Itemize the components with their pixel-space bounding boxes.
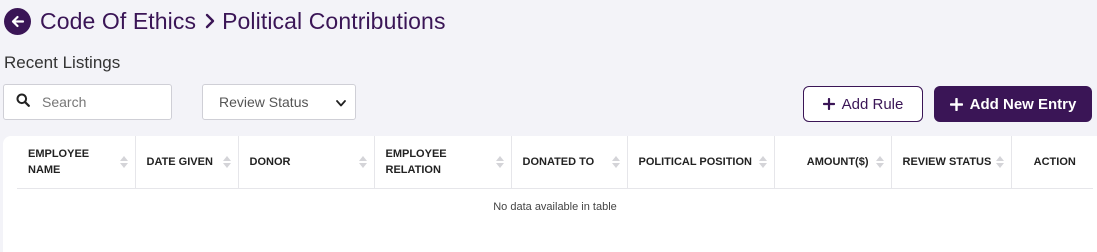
- column-header-amount[interactable]: AMOUNT($): [774, 136, 892, 189]
- sort-arrows-icon[interactable]: [758, 155, 767, 168]
- page: Code Of Ethics Political Contributions R…: [0, 0, 1097, 252]
- search-box[interactable]: [3, 84, 172, 120]
- column-header-action: ACTION: [1011, 136, 1093, 189]
- column-label: EMPLOYEE: [28, 147, 90, 160]
- chevron-down-icon: [336, 94, 346, 110]
- add-new-entry-label: Add New Entry: [969, 95, 1077, 113]
- column-label: DONOR: [249, 155, 291, 168]
- column-label: DONATED TO: [522, 155, 595, 168]
- plus-icon: [822, 98, 835, 110]
- column-label: ACTION: [1033, 155, 1076, 168]
- column-header-employee-name[interactable]: EMPLOYEE NAME: [17, 136, 136, 189]
- column-label: DATE GIVEN: [146, 155, 213, 168]
- review-status-select[interactable]: Review Status: [202, 84, 356, 120]
- back-arrow-icon[interactable]: [4, 7, 31, 35]
- page-title: Political Contributions: [222, 7, 446, 34]
- column-label: RELATION: [385, 163, 441, 176]
- table-row: No data available in table: [17, 188, 1093, 226]
- column-header-donated-to[interactable]: DONATED TO: [511, 136, 628, 189]
- add-rule-label: Add Rule: [841, 95, 904, 113]
- column-label: NAME: [28, 163, 61, 176]
- breadcrumb-parent[interactable]: Code Of Ethics: [40, 8, 196, 35]
- table-card: EMPLOYEE NAME DATE GIVEN DONOR EMPLOYEE: [3, 136, 1097, 252]
- sort-arrows-icon[interactable]: [119, 155, 128, 168]
- search-icon: [16, 93, 30, 112]
- empty-table-message: No data available in table: [493, 201, 617, 214]
- column-label: REVIEW STATUS: [902, 155, 992, 168]
- plus-icon: [949, 97, 963, 111]
- column-header-donor[interactable]: DONOR: [238, 136, 375, 189]
- column-label: EMPLOYEE: [385, 147, 447, 160]
- add-new-entry-button[interactable]: Add New Entry: [934, 86, 1092, 122]
- breadcrumb: Code Of Ethics Political Contributions: [4, 6, 446, 36]
- sort-arrows-icon[interactable]: [995, 155, 1004, 168]
- review-status-selected: Review Status: [219, 94, 309, 110]
- column-header-review-status[interactable]: REVIEW STATUS: [891, 136, 1012, 189]
- column-header-political-position[interactable]: POLITICAL POSITION: [627, 136, 775, 189]
- sort-arrows-icon[interactable]: [875, 155, 884, 168]
- sort-arrows-icon[interactable]: [222, 155, 231, 168]
- column-header-date-given[interactable]: DATE GIVEN: [135, 136, 239, 189]
- sort-arrows-icon[interactable]: [611, 155, 620, 168]
- sort-arrows-icon[interactable]: [358, 155, 367, 168]
- column-label: POLITICAL POSITION: [638, 155, 752, 168]
- column-header-employee-relation[interactable]: EMPLOYEE RELATION: [374, 136, 512, 189]
- add-rule-button[interactable]: Add Rule: [803, 86, 923, 122]
- column-label: AMOUNT($): [806, 155, 869, 168]
- search-input[interactable]: [42, 94, 162, 110]
- sort-arrows-icon[interactable]: [495, 155, 504, 168]
- section-title: Recent Listings: [4, 53, 121, 72]
- table-header-row: EMPLOYEE NAME DATE GIVEN DONOR EMPLOYEE: [17, 136, 1093, 189]
- chevron-right-icon: [204, 13, 216, 29]
- listings-table: EMPLOYEE NAME DATE GIVEN DONOR EMPLOYEE: [17, 136, 1093, 226]
